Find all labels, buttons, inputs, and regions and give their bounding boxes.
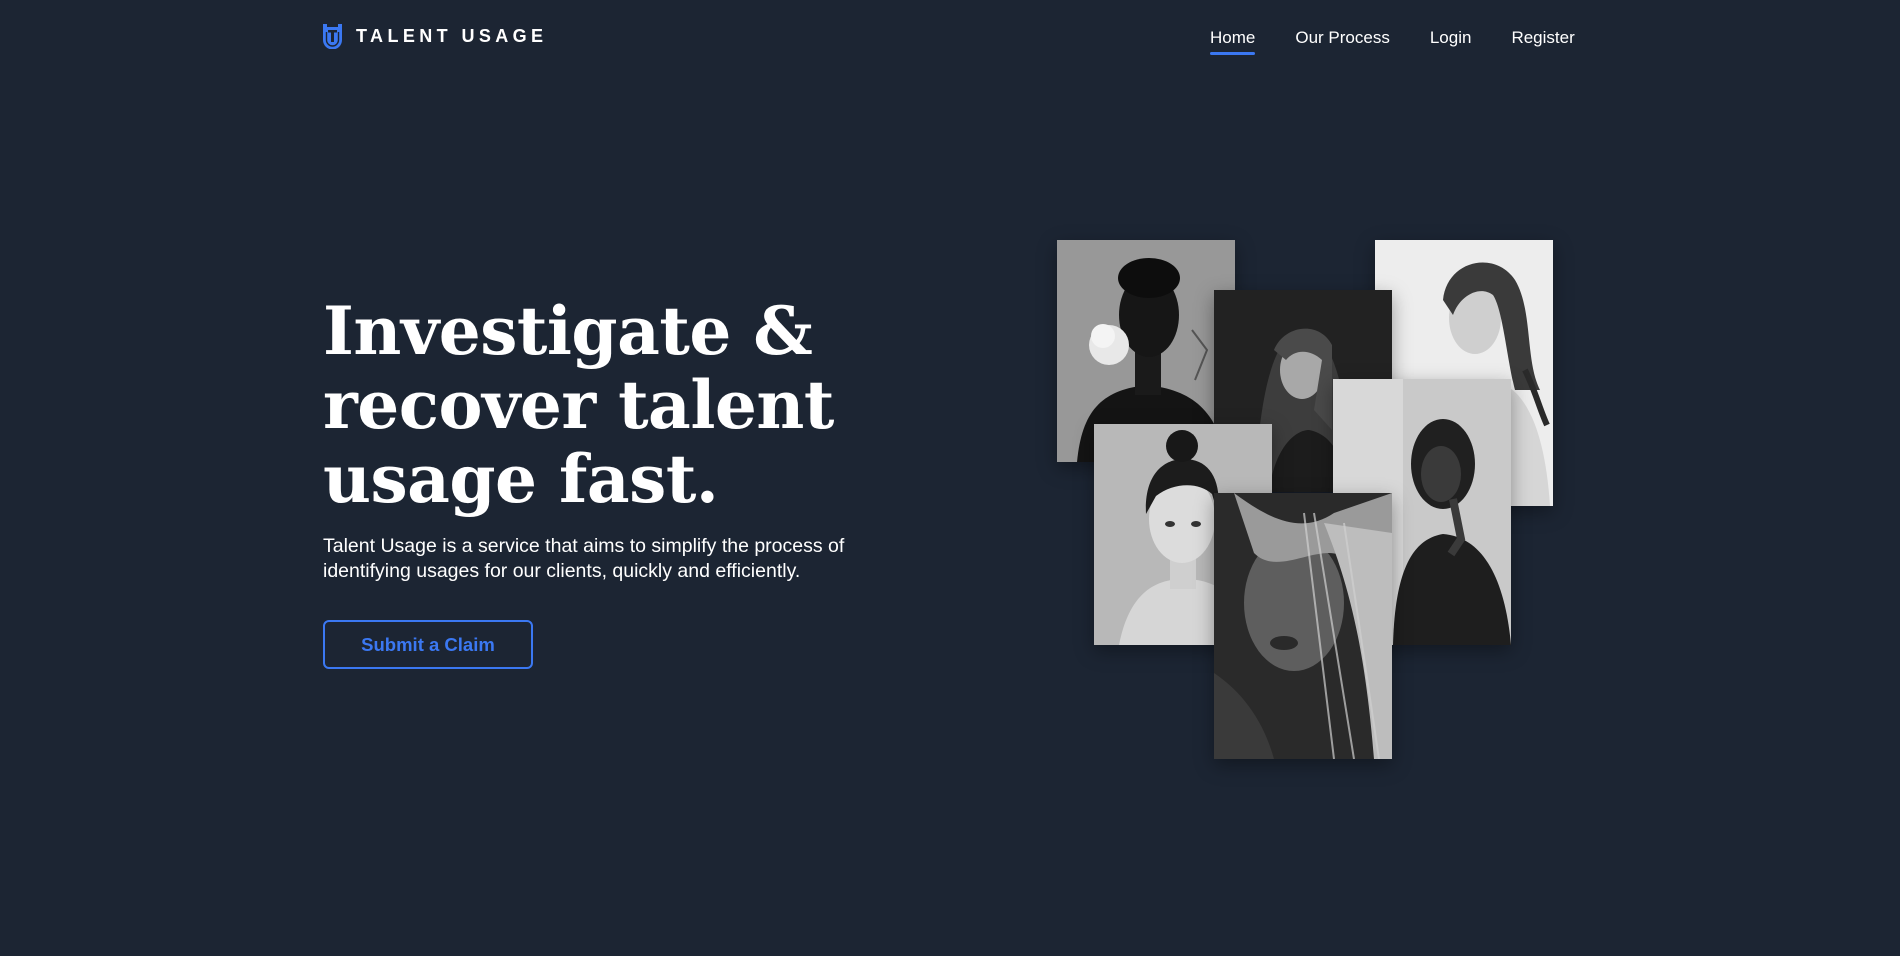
- hero-headline: Investigate & recover talent usage fast.: [323, 294, 883, 516]
- logo-text: TALENT USAGE: [356, 26, 548, 46]
- submit-claim-button[interactable]: Submit a Claim: [323, 620, 533, 669]
- headline-line: usage fast.: [323, 440, 719, 518]
- nav-our-process[interactable]: Our Process: [1295, 28, 1389, 55]
- landing-page: TALENT USAGE Home Our Process Login Regi…: [0, 0, 1900, 956]
- logo-icon: [323, 24, 342, 49]
- portrait-woman-windblown-hair: [1214, 493, 1392, 759]
- headline-line: Investigate &: [323, 292, 813, 370]
- headline-line: recover talent: [323, 366, 834, 444]
- hero-description: Talent Usage is a service that aims to s…: [323, 535, 845, 582]
- nav-register[interactable]: Register: [1511, 28, 1574, 55]
- nav-login[interactable]: Login: [1430, 28, 1472, 55]
- logo-link[interactable]: TALENT USAGE: [323, 24, 547, 49]
- main-nav: Home Our Process Login Register: [1210, 28, 1575, 55]
- nav-home[interactable]: Home: [1210, 28, 1256, 55]
